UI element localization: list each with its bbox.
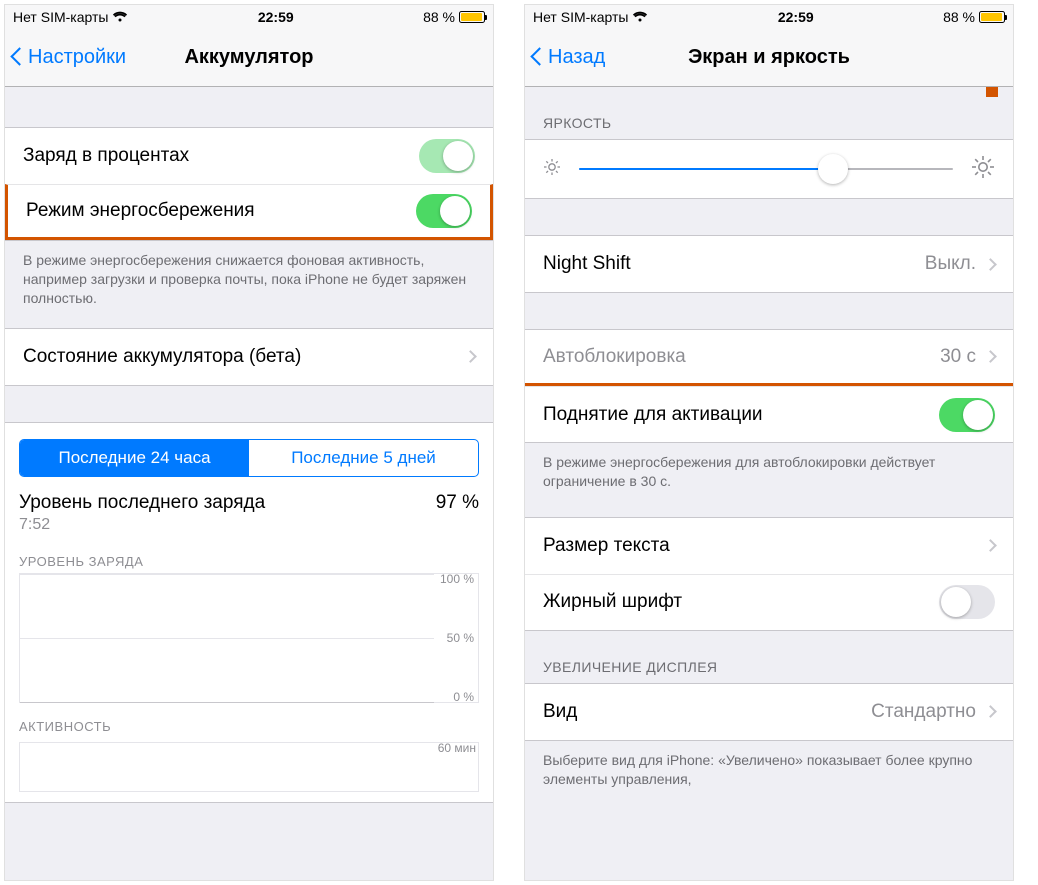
back-label: Назад xyxy=(548,46,605,69)
last-charge-label: Уровень последнего заряда xyxy=(19,491,265,515)
last-charge-percent: 97 % xyxy=(436,492,479,514)
battery-percent: 88 % xyxy=(423,9,455,25)
segment-5d[interactable]: Последние 5 дней xyxy=(249,440,478,476)
brightness-slider-row[interactable] xyxy=(525,139,1013,199)
cell-label: Размер текста xyxy=(543,535,670,557)
phone-display-screen: Нет SIM-карты 22:59 88 % Назад Экран и я… xyxy=(524,4,1014,881)
battery-icon xyxy=(459,11,485,23)
cell-value: Выкл. xyxy=(925,253,976,275)
raise-to-wake-toggle[interactable] xyxy=(939,398,995,432)
chevron-right-icon xyxy=(984,705,997,718)
autolock-row[interactable]: Автоблокировка 30 с xyxy=(525,330,1013,386)
low-power-row[interactable]: Режим энергосбережения xyxy=(5,184,493,240)
battery-icon xyxy=(979,11,1005,23)
back-button[interactable]: Назад xyxy=(533,46,605,69)
cell-label: Жирный шрифт xyxy=(543,591,682,613)
raise-to-wake-row[interactable]: Поднятие для активации xyxy=(525,386,1013,442)
cell-label: Автоблокировка xyxy=(543,346,686,368)
cell-label: Состояние аккумулятора (бета) xyxy=(23,346,301,368)
percent-toggle[interactable] xyxy=(419,139,475,173)
low-power-note: В режиме энергосбережения снижается фоно… xyxy=(5,241,493,314)
y-50: 50 % xyxy=(447,631,474,645)
cell-label: Заряд в процентах xyxy=(23,145,189,167)
sun-small-icon xyxy=(543,158,561,181)
nav-bar: Настройки Аккумулятор xyxy=(5,29,493,87)
activity-title: АКТИВНОСТЬ xyxy=(19,707,479,738)
night-shift-row[interactable]: Night Shift Выкл. xyxy=(525,236,1013,292)
cell-label: Вид xyxy=(543,701,577,723)
cell-value: Стандартно xyxy=(871,701,976,723)
clock: 22:59 xyxy=(258,9,294,25)
status-bar: Нет SIM-карты 22:59 88 % xyxy=(5,5,493,29)
y-100: 100 % xyxy=(440,572,474,586)
chevron-right-icon xyxy=(984,258,997,271)
chevron-right-icon xyxy=(984,539,997,552)
chevron-left-icon xyxy=(13,46,28,69)
act-60m: 60 мин xyxy=(438,741,476,755)
bold-text-row[interactable]: Жирный шрифт xyxy=(525,574,1013,630)
time-range-segmented[interactable]: Последние 24 часа Последние 5 дней xyxy=(19,439,479,477)
battery-percent: 88 % xyxy=(943,9,975,25)
text-size-row[interactable]: Размер текста xyxy=(525,518,1013,574)
bold-text-toggle[interactable] xyxy=(939,585,995,619)
segment-24h[interactable]: Последние 24 часа xyxy=(20,440,249,476)
back-label: Настройки xyxy=(28,46,126,69)
carrier-text: Нет SIM-карты xyxy=(533,9,628,25)
cell-label: Night Shift xyxy=(543,253,631,275)
last-charge-time: 7:52 xyxy=(19,516,479,534)
last-charge-block: Уровень последнего заряда 97 % 7:52 xyxy=(5,487,493,543)
chevron-left-icon xyxy=(533,46,548,69)
sun-large-icon xyxy=(971,155,995,184)
view-note: Выберите вид для iPhone: «Увеличено» пок… xyxy=(525,741,1013,795)
chevron-right-icon xyxy=(464,350,477,363)
clock: 22:59 xyxy=(778,9,814,25)
cell-label: Режим энергосбережения xyxy=(26,200,255,222)
cell-value: 30 с xyxy=(940,346,976,368)
chevron-right-icon xyxy=(984,350,997,363)
autolock-note: В режиме энергосбережения для автоблокир… xyxy=(525,443,1013,497)
phone-battery-screen: Нет SIM-карты 22:59 88 % Настройки Аккум… xyxy=(4,4,494,881)
y-0: 0 % xyxy=(453,690,474,704)
back-button[interactable]: Настройки xyxy=(13,46,126,69)
cell-label: Поднятие для активации xyxy=(543,404,763,426)
toggle-group: Заряд в процентах Режим энергосбережения xyxy=(5,127,493,241)
wifi-icon xyxy=(112,11,128,23)
status-bar: Нет SIM-карты 22:59 88 % xyxy=(525,5,1013,29)
display-view-row[interactable]: Вид Стандартно xyxy=(525,684,1013,740)
battery-health-row[interactable]: Состояние аккумулятора (бета) xyxy=(5,329,493,385)
chart-title: УРОВЕНЬ ЗАРЯДА xyxy=(19,542,479,573)
percent-toggle-row[interactable]: Заряд в процентах xyxy=(5,128,493,184)
carrier-text: Нет SIM-карты xyxy=(13,9,108,25)
brightness-slider[interactable] xyxy=(579,168,953,170)
wifi-icon xyxy=(632,11,648,23)
nav-bar: Назад Экран и яркость xyxy=(525,29,1013,87)
zoom-header: УВЕЛИЧЕНИЕ ДИСПЛЕЯ xyxy=(525,631,1013,683)
brightness-header: ЯРКОСТЬ xyxy=(525,87,1013,139)
battery-level-chart: 100 % 50 % 0 % xyxy=(19,573,479,703)
activity-chart: 60 мин xyxy=(19,742,479,792)
low-power-toggle[interactable] xyxy=(416,194,472,228)
